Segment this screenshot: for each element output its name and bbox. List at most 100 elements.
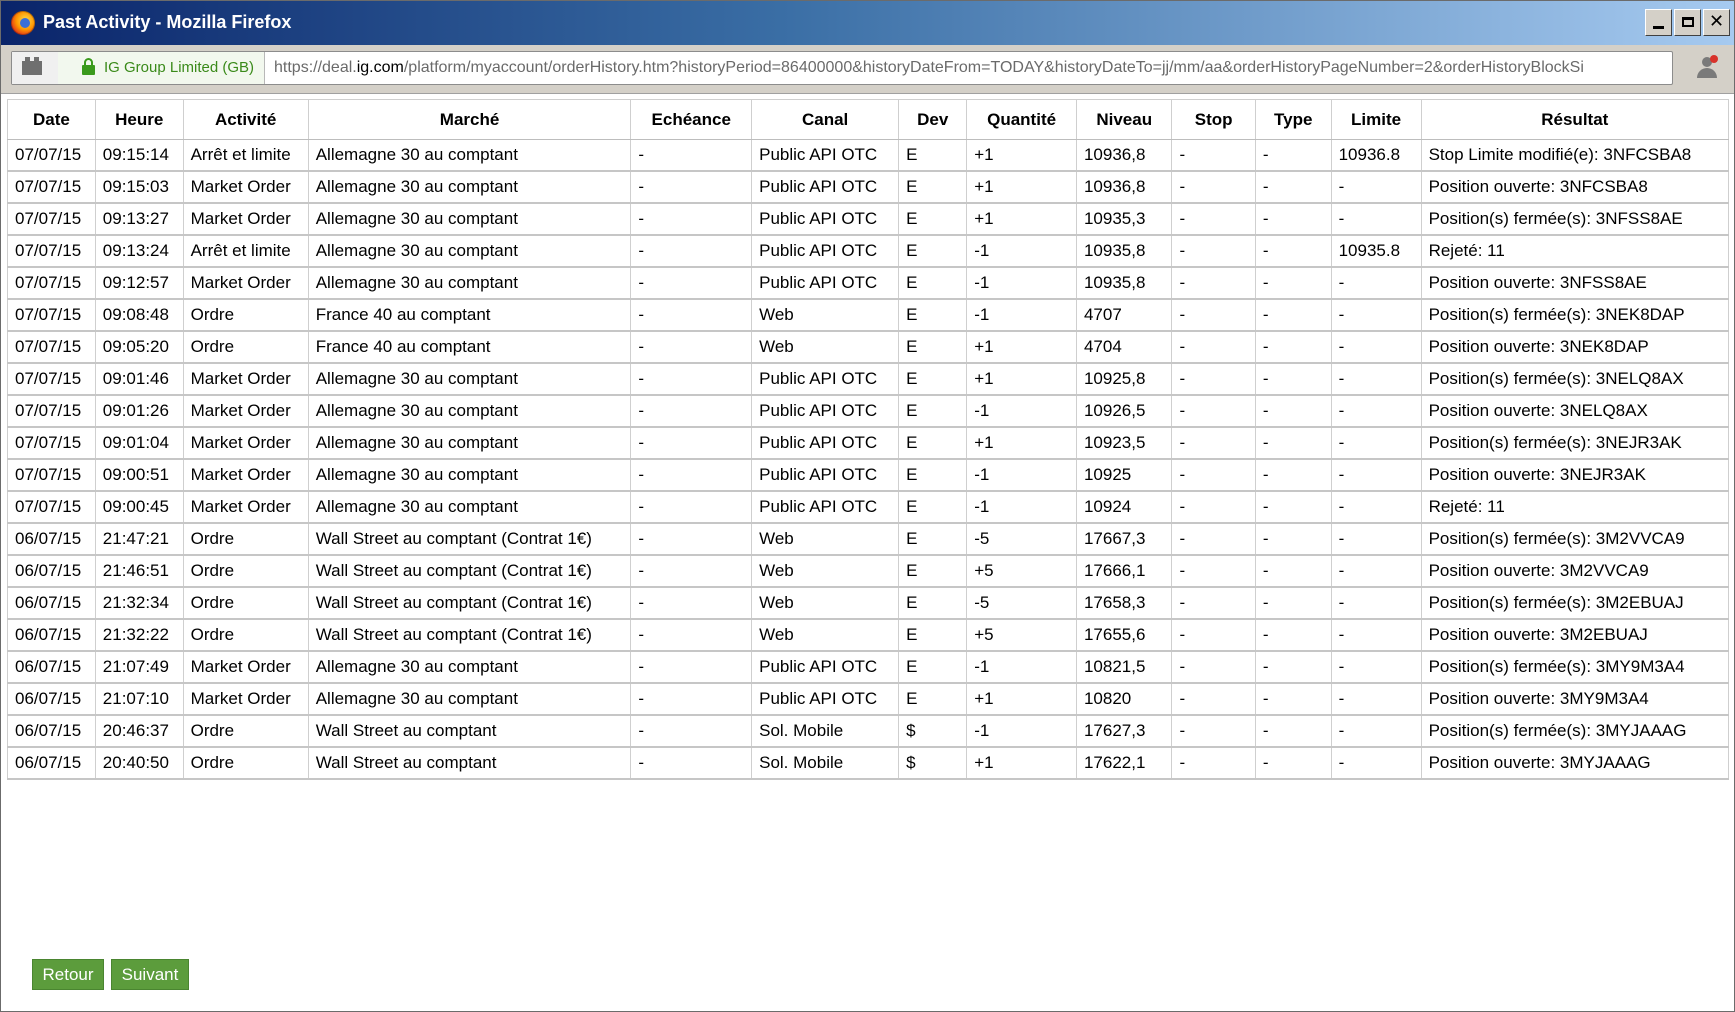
cell-channel: Public API OTC [751, 170, 900, 204]
column-header-level[interactable]: Niveau [1075, 99, 1173, 140]
table-row: 07/07/15 09:08:48 Ordre France 40 au compta… [7, 298, 1730, 332]
cell-result: Position(s) fermée(s): 3NFSS8AE [1420, 202, 1730, 236]
cell-activity: Ordre [182, 330, 309, 364]
cell-result: Position(s) fermée(s): 3M2EBUAJ [1420, 586, 1730, 620]
column-header-market[interactable]: Marché [307, 99, 632, 140]
cell-result: Position ouverte: 3M2EBUAJ [1420, 618, 1730, 652]
column-header-expiry[interactable]: Echéance [630, 99, 753, 140]
cell-stop: - [1171, 682, 1256, 716]
cell-date: 07/07/15 [7, 490, 96, 524]
cell-stop: - [1171, 714, 1256, 748]
column-header-time[interactable]: Heure [94, 99, 184, 140]
back-button[interactable]: Retour [32, 959, 104, 990]
close-button[interactable]: ✕ [1703, 9, 1730, 36]
table-row: 07/07/15 09:13:27 Market Order Allemagne 30… [7, 202, 1730, 236]
cell-channel: Web [751, 554, 900, 588]
cell-quantity: -1 [966, 298, 1077, 332]
cell-date: 07/07/15 [7, 139, 96, 172]
navigation-bar: IG Group Limited (GB) https://deal.ig.co… [1, 45, 1734, 94]
url-text[interactable]: https://deal.ig.com/platform/myaccount/o… [274, 59, 1670, 77]
cell-result: Position(s) fermée(s): 3M2VVCA9 [1420, 522, 1730, 556]
cell-market: Allemagne 30 au comptant [307, 139, 632, 172]
cell-currency: E [898, 554, 968, 588]
site-info-button[interactable] [12, 52, 59, 84]
cell-date: 06/07/15 [7, 586, 96, 620]
column-header-stop[interactable]: Stop [1171, 99, 1256, 140]
cell-level: 10936,8 [1075, 139, 1173, 172]
cell-level: 17666,1 [1075, 554, 1173, 588]
column-header-channel[interactable]: Canal [751, 99, 900, 140]
cell-quantity: +1 [966, 362, 1077, 396]
cell-market: Wall Street au comptant (Contrat 1€) [307, 586, 632, 620]
title-bar[interactable]: Past Activity - Mozilla Firefox ✕ [1, 1, 1734, 45]
cell-type: - [1254, 650, 1332, 684]
table-row: 07/07/15 09:01:04 Market Order Allemagne 30… [7, 426, 1730, 460]
cell-quantity: +1 [966, 139, 1077, 172]
cell-channel: Web [751, 298, 900, 332]
cell-stop: - [1171, 234, 1256, 268]
cell-activity: Market Order [182, 426, 309, 460]
column-header-limit[interactable]: Limite [1330, 99, 1422, 140]
cell-level: 17655,6 [1075, 618, 1173, 652]
table-header-row: Date Heure Activité Marché Echéance Cana… [7, 99, 1730, 140]
cell-market: Wall Street au comptant (Contrat 1€) [307, 522, 632, 556]
cell-quantity: -1 [966, 650, 1077, 684]
cell-time: 21:07:10 [94, 682, 184, 716]
cell-currency: $ [898, 714, 968, 748]
cell-activity: Ordre [182, 554, 309, 588]
cell-currency: E [898, 202, 968, 236]
cell-activity: Market Order [182, 490, 309, 524]
cell-time: 09:15:14 [94, 139, 184, 172]
cell-limit: - [1330, 394, 1422, 428]
cell-expiry: - [630, 202, 753, 236]
url-bar[interactable]: IG Group Limited (GB) https://deal.ig.co… [11, 51, 1673, 85]
cell-limit: - [1330, 426, 1422, 460]
maximize-button[interactable] [1674, 9, 1701, 36]
cell-result: Position ouverte: 3NFCSBA8 [1420, 170, 1730, 204]
minimize-button[interactable] [1645, 9, 1672, 36]
cell-limit: - [1330, 170, 1422, 204]
cell-quantity: +1 [966, 746, 1077, 780]
cell-type: - [1254, 714, 1332, 748]
site-info-icon [22, 57, 42, 75]
cell-market: Allemagne 30 au comptant [307, 394, 632, 428]
column-header-type[interactable]: Type [1254, 99, 1332, 140]
cell-quantity: -1 [966, 266, 1077, 300]
next-button[interactable]: Suivant [111, 959, 189, 990]
cell-result: Rejeté: 11 [1420, 234, 1730, 268]
cell-time: 09:01:46 [94, 362, 184, 396]
cell-level: 17622,1 [1075, 746, 1173, 780]
cell-expiry: - [630, 394, 753, 428]
cell-type: - [1254, 394, 1332, 428]
cell-result: Position(s) fermée(s): 3NEK8DAP [1420, 298, 1730, 332]
cell-time: 09:15:03 [94, 170, 184, 204]
cell-type: - [1254, 586, 1332, 620]
cell-currency: E [898, 394, 968, 428]
column-header-activity[interactable]: Activité [182, 99, 309, 140]
cell-result: Stop Limite modifié(e): 3NFCSBA8 [1420, 139, 1730, 172]
cell-channel: Public API OTC [751, 426, 900, 460]
cell-limit: - [1330, 522, 1422, 556]
column-header-quantity[interactable]: Quantité [966, 99, 1077, 140]
close-icon: ✕ [1708, 11, 1725, 32]
cell-time: 21:07:49 [94, 650, 184, 684]
cell-result: Rejeté: 11 [1420, 490, 1730, 524]
identity-box[interactable]: IG Group Limited (GB) [58, 52, 265, 84]
cell-activity: Ordre [182, 298, 309, 332]
cell-activity: Market Order [182, 458, 309, 492]
cell-result: Position(s) fermée(s): 3MY9M3A4 [1420, 650, 1730, 684]
cell-limit: 10936.8 [1330, 139, 1422, 172]
cell-result: Position ouverte: 3MYJAAAG [1420, 746, 1730, 780]
cell-limit: - [1330, 650, 1422, 684]
column-header-result[interactable]: Résultat [1420, 99, 1730, 140]
column-header-date[interactable]: Date [7, 99, 96, 140]
profile-notification-icon[interactable] [1694, 55, 1720, 81]
cell-quantity: -1 [966, 394, 1077, 428]
cell-activity: Market Order [182, 362, 309, 396]
cell-currency: E [898, 426, 968, 460]
cell-limit: - [1330, 682, 1422, 716]
table-row: 07/07/15 09:12:57 Market Order Allemagne 30… [7, 266, 1730, 300]
cell-result: Position ouverte: 3NEK8DAP [1420, 330, 1730, 364]
cell-activity: Market Order [182, 170, 309, 204]
column-header-currency[interactable]: Dev [898, 99, 968, 140]
